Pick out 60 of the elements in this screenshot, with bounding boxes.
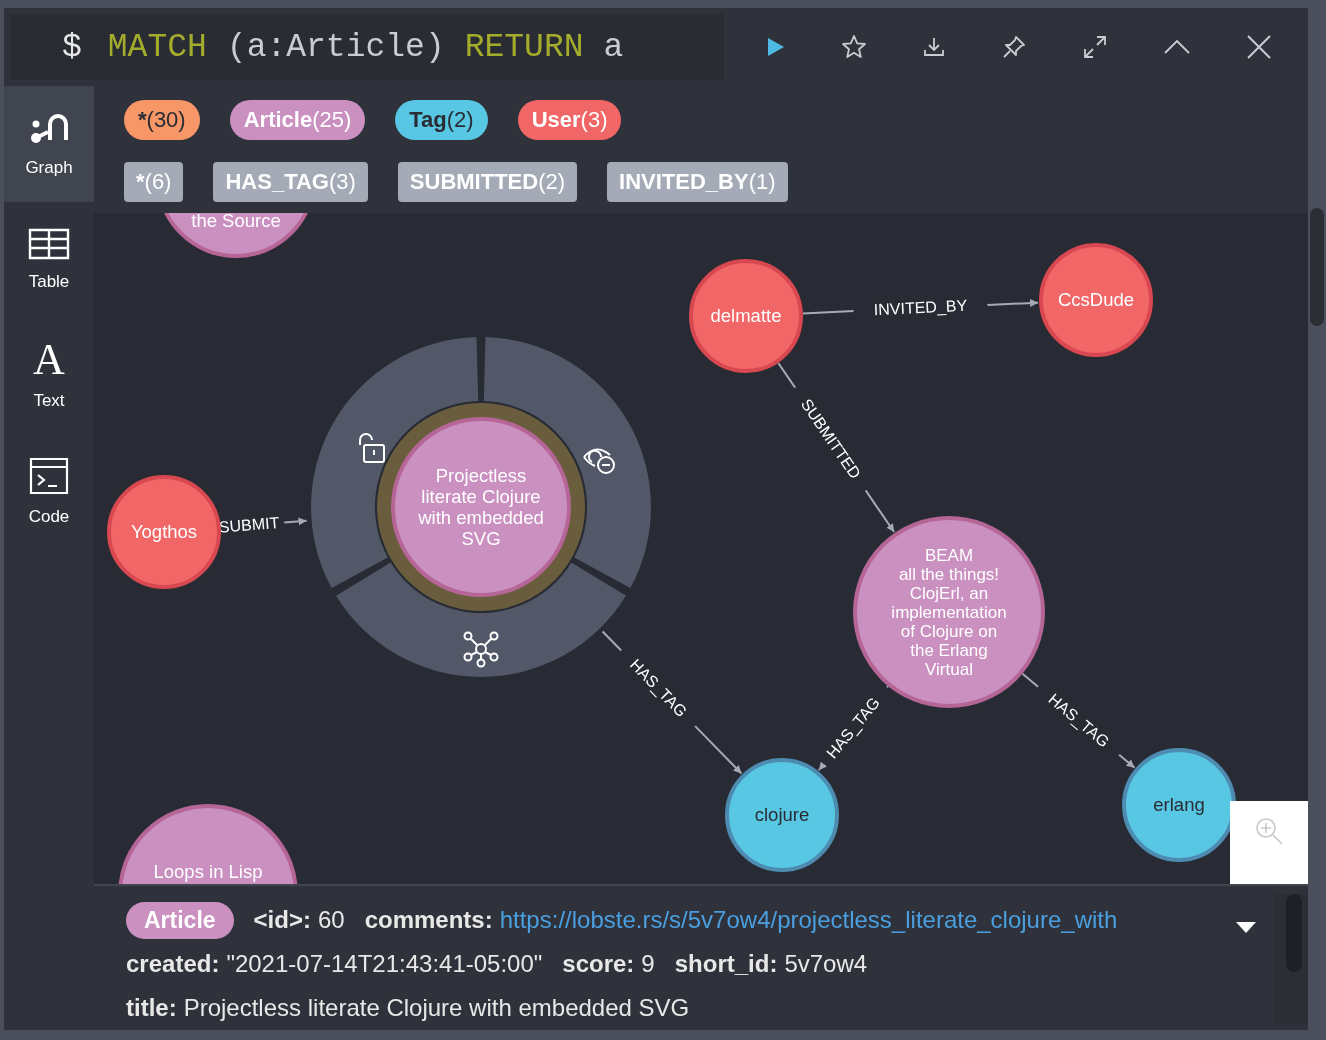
view-tab[interactable]: Graph <box>4 86 94 202</box>
node-caption: erlang <box>1153 793 1205 815</box>
node-caption: Yogthos <box>130 520 198 542</box>
graph-node[interactable] <box>1039 242 1153 357</box>
node-caption: the Source <box>191 212 281 231</box>
node-caption: delmatte <box>710 304 782 326</box>
node-label-filter[interactable]: *(30) <box>124 100 200 141</box>
property-value: 9 <box>641 950 655 978</box>
scrollbar-thumb[interactable] <box>1310 208 1324 326</box>
property-key: comments: <box>364 906 493 934</box>
property-value: "2021-07-14T21:43:41-05:00" <box>226 950 543 978</box>
relationship-arrow[interactable] <box>864 489 896 533</box>
relationship-arrow[interactable] <box>986 298 1040 307</box>
relationship-arrow[interactable] <box>1118 753 1136 769</box>
graph-node[interactable] <box>725 757 839 872</box>
prompt-symbol: $ <box>62 28 82 66</box>
property-key: short_id: <box>674 950 778 978</box>
network-icon <box>463 631 499 668</box>
terminal-icon <box>29 457 69 495</box>
close-icon[interactable] <box>1246 34 1272 60</box>
graph-node[interactable] <box>1122 747 1236 862</box>
relationship-arrow[interactable] <box>694 724 743 775</box>
graph-node[interactable] <box>118 803 298 884</box>
node-caption: BEAM all the things! ClojErl, an implementation of Clojure on the Erlang Virtual <box>891 545 1007 679</box>
eye-minus-icon <box>583 448 615 474</box>
node-menu-segment[interactable] <box>336 562 626 677</box>
node-caption: CcsDude <box>1057 288 1135 310</box>
download-icon[interactable] <box>922 35 946 59</box>
relationship-arrow[interactable] <box>817 761 827 771</box>
view-tab[interactable]: Code <box>4 434 94 550</box>
property-key: <id>: <box>253 906 311 934</box>
caret-icon[interactable] <box>1236 922 1256 934</box>
property-key: created: <box>126 950 220 978</box>
view-tab[interactable]: A Text <box>4 318 94 434</box>
relationship-label: INVITED_BY <box>873 296 968 318</box>
collapse-icon[interactable] <box>1163 39 1191 55</box>
query-text[interactable]: MATCH (a:Article) RETURN a <box>107 28 624 66</box>
property-value: 5v7ow4 <box>784 950 868 978</box>
property-link[interactable]: https://lobste.rs/s/5v7ow4/projectless_literate_clojure_with <box>499 906 1118 934</box>
graph-node[interactable] <box>689 258 803 373</box>
star-icon[interactable] <box>841 34 867 60</box>
node-caption: Projectless literate Clojure with embedded SVG <box>418 464 544 549</box>
fullscreen-icon[interactable] <box>1082 34 1108 60</box>
relationship-label: SUBMIT <box>218 513 280 536</box>
query-editor[interactable]: $ MATCH (a:Article) RETURN a <box>10 14 724 80</box>
node-caption: clojure <box>754 803 810 825</box>
property-key: title: <box>126 994 177 1022</box>
property-value: 60 <box>317 906 345 934</box>
table-icon <box>28 228 70 260</box>
pin-icon[interactable] <box>1001 34 1027 60</box>
relationship-arrow[interactable] <box>283 517 308 525</box>
property-value: Projectless literate Clojure with embedded SVG <box>183 994 690 1022</box>
graph-node[interactable] <box>391 416 571 597</box>
view-tab[interactable]: Table <box>4 202 94 318</box>
property-key: score: <box>562 950 635 978</box>
node-label-filter[interactable]: Tag(2) <box>395 100 488 141</box>
node-caption: Loops in Lisp <box>153 860 263 882</box>
text-view-icon: A <box>33 341 65 379</box>
graph-node[interactable] <box>107 474 221 589</box>
unlock-icon <box>359 432 385 463</box>
